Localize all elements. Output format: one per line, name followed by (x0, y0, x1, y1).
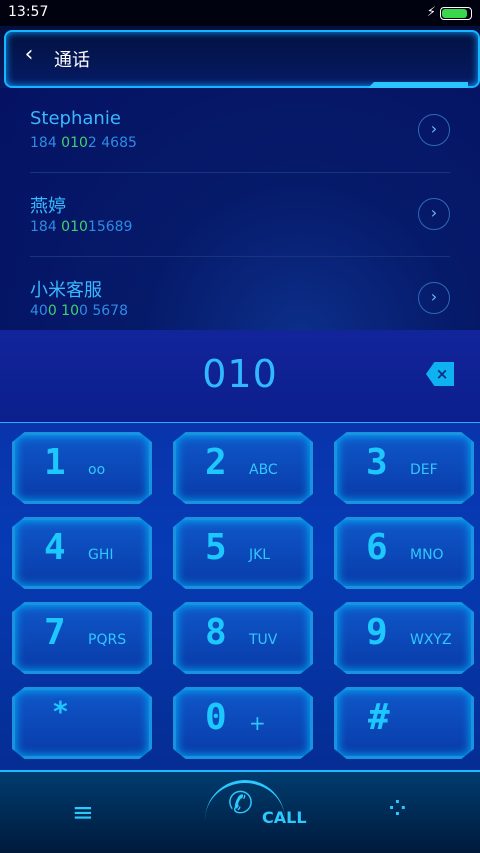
key-letters: JKL (249, 547, 271, 563)
dial-key-7[interactable]: 7 PQRS (10, 600, 152, 674)
key-digit: * (52, 695, 69, 728)
key-digit: 1 (44, 442, 66, 483)
number-match: 010 (61, 135, 88, 151)
key-frame (334, 432, 474, 504)
key-frame (12, 432, 152, 504)
charging-icon: ⚡ (426, 5, 436, 20)
contact-number: 184 01015689 (30, 219, 132, 235)
status-bar: 13:57 ⚡ (0, 0, 480, 26)
dial-key-hash[interactable]: # (332, 685, 474, 759)
contact-name: Stephanie (30, 108, 121, 129)
dialpad-area: 010 × 1 oo 2 ABC 3 DEF 4 GHI 5 JKL 6 MNO 7 PQRS… (0, 330, 480, 770)
back-icon[interactable]: ‹ (18, 44, 40, 66)
dial-key-3[interactable]: 3 DEF (332, 430, 474, 504)
status-time: 13:57 (8, 4, 49, 20)
key-digit: 9 (366, 612, 388, 653)
dial-display: 010 × (0, 330, 480, 423)
number-suffix: 0 5678 (79, 303, 128, 319)
key-frame (334, 517, 474, 589)
key-letters: MNO (410, 547, 444, 563)
key-frame (173, 432, 313, 504)
key-digit: 5 (205, 527, 227, 568)
key-digit: 6 (366, 527, 388, 568)
chevron-right-icon[interactable]: › (418, 114, 450, 146)
dial-key-2[interactable]: 2 ABC (171, 430, 313, 504)
number-prefix: 40 (30, 303, 48, 319)
key-digit: 0 (205, 697, 227, 738)
key-letters: ABC (249, 462, 278, 478)
contact-name: 燕婷 (30, 196, 66, 217)
call-button[interactable]: CALL (262, 808, 307, 827)
key-frame (334, 687, 474, 759)
dial-key-5[interactable]: 5 JKL (171, 515, 313, 589)
key-digit: 3 (366, 442, 388, 483)
key-frame (173, 687, 313, 759)
number-suffix: 2 4685 (87, 135, 137, 151)
key-letters: TUV (249, 632, 278, 648)
key-letters: PQRS (88, 632, 127, 648)
number-suffix: 15689 (87, 219, 133, 235)
dial-key-0[interactable]: 0 + (171, 685, 313, 759)
dial-key-1[interactable]: 1 oo (10, 430, 152, 504)
menu-icon[interactable]: ≡ (72, 798, 94, 828)
list-item[interactable]: Stephanie 184 0102 4685 › (30, 88, 450, 173)
number-match: 0 10 (47, 303, 79, 319)
bottom-bar: ≡ ✆ CALL ⁘ (0, 770, 480, 853)
key-frame (173, 602, 313, 674)
phone-icon[interactable]: ✆ (228, 786, 253, 821)
chevron-right-icon[interactable]: › (418, 282, 450, 314)
dial-key-star[interactable]: * (10, 685, 152, 759)
dialed-number: 010 (202, 352, 278, 396)
contact-number: 184 0102 4685 (30, 135, 137, 151)
chevron-right-icon[interactable]: › (418, 198, 450, 230)
dial-key-4[interactable]: 4 GHI (10, 515, 152, 589)
bottom-frame (0, 770, 480, 780)
key-frame (12, 517, 152, 589)
key-digit: 4 (44, 527, 66, 568)
key-frame (12, 687, 152, 759)
battery-level (442, 9, 468, 18)
header: ‹ 通话 (0, 26, 480, 88)
key-frame (12, 602, 152, 674)
contact-name: 小米客服 (30, 280, 102, 301)
key-letters: DEF (410, 462, 438, 478)
number-prefix: 184 (30, 135, 62, 151)
list-item[interactable]: 小米客服 400 100 5678 › (30, 256, 450, 330)
key-frame (173, 517, 313, 589)
dialpad-grid-icon[interactable]: ⁘ (385, 792, 410, 827)
number-prefix: 184 (30, 219, 62, 235)
contact-number: 400 100 5678 (30, 303, 128, 319)
key-digit: 8 (205, 612, 227, 653)
key-letters: + (249, 711, 266, 735)
page-title: 通话 (54, 50, 90, 71)
key-digit: 2 (205, 442, 227, 483)
key-letters: WXYZ (410, 632, 452, 648)
key-digit: # (368, 697, 390, 738)
dial-key-6[interactable]: 6 MNO (332, 515, 474, 589)
key-letters: GHI (88, 547, 114, 563)
number-match: 010 (61, 219, 88, 235)
battery-icon (440, 7, 472, 20)
list-item[interactable]: 燕婷 184 01015689 › (30, 172, 450, 257)
contact-list: Stephanie 184 0102 4685 › 燕婷 184 0101568… (0, 88, 480, 330)
key-digit: 7 (44, 612, 66, 653)
dial-key-9[interactable]: 9 WXYZ (332, 600, 474, 674)
voicemail-icon: oo (88, 462, 106, 478)
key-frame (334, 602, 474, 674)
dial-key-8[interactable]: 8 TUV (171, 600, 313, 674)
